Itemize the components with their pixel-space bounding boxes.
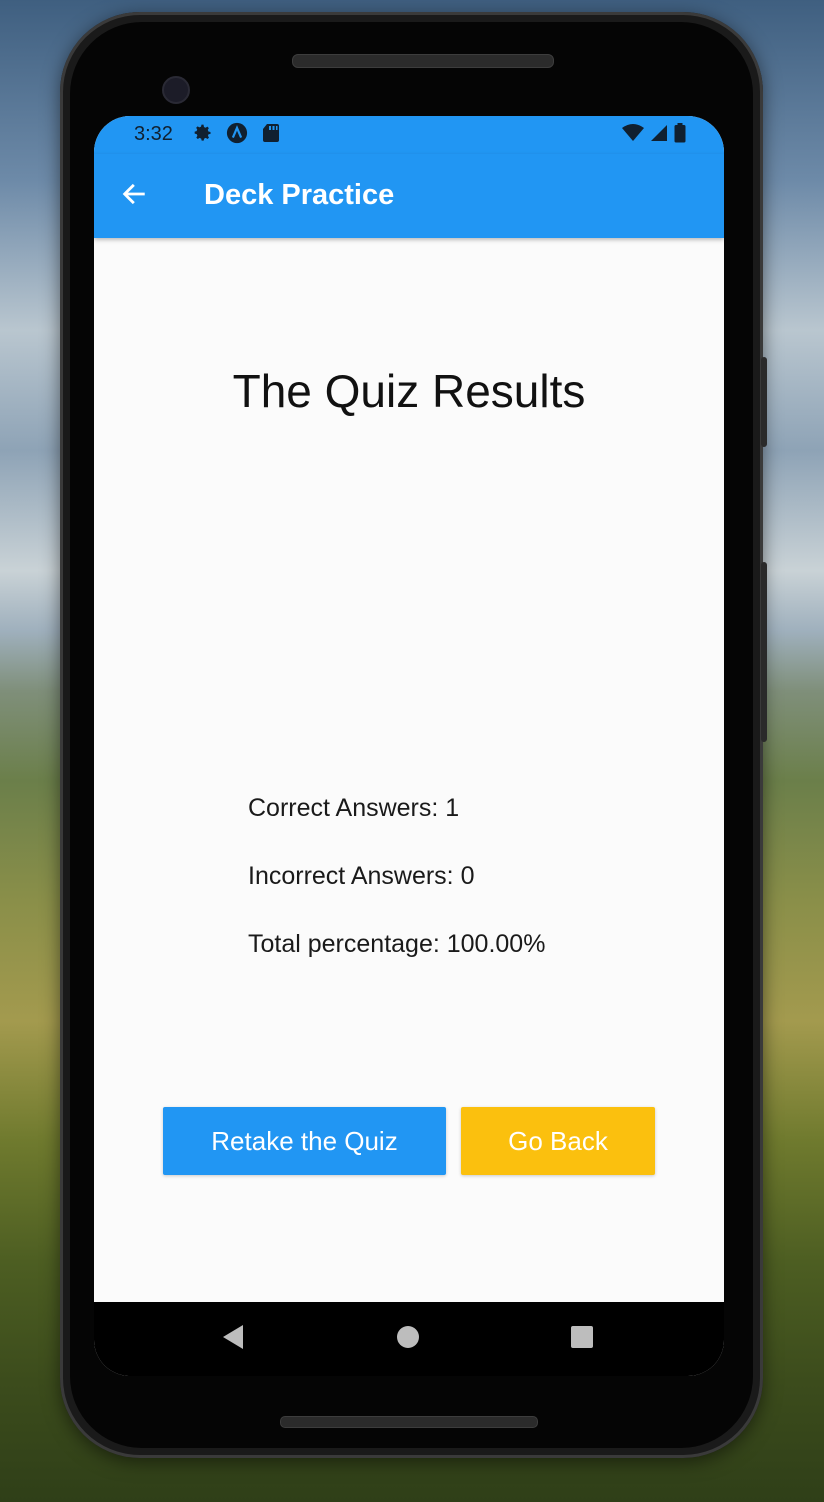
results-heading: The Quiz Results: [232, 365, 586, 417]
status-notification-icons: [192, 122, 282, 144]
app-bar-title: Deck Practice: [204, 179, 395, 211]
signal-icon: [650, 124, 668, 147]
nav-back-button[interactable]: [218, 1324, 248, 1354]
bottom-speaker: [280, 1416, 538, 1428]
app-bar: Deck Practice: [94, 154, 724, 238]
status-system-icons: [622, 123, 686, 148]
results-content: The Quiz Results Correct Answers: 1 Inco…: [94, 238, 724, 1300]
retake-quiz-button[interactable]: Retake the Quiz: [163, 1107, 446, 1175]
power-button: [761, 357, 767, 447]
status-time: 3:32: [134, 123, 173, 145]
status-bar: 3:32: [94, 116, 724, 154]
nav-recents-button[interactable]: [567, 1324, 597, 1354]
front-camera: [162, 76, 190, 104]
device-screen: 3:32 Deck Practice The Quiz Results Corr…: [94, 116, 724, 1376]
gear-icon: [192, 122, 214, 144]
arrow-left-icon: [120, 180, 148, 213]
correct-answers-text: Correct Answers: 1: [248, 794, 460, 822]
app-a-icon: [226, 122, 248, 144]
go-back-button[interactable]: Go Back: [461, 1107, 655, 1175]
top-speaker: [292, 54, 554, 68]
home-circle-icon: [396, 1325, 420, 1354]
sd-card-icon: [260, 122, 282, 144]
total-percentage-text: Total percentage: 100.00%: [248, 930, 546, 958]
recents-square-icon: [570, 1325, 594, 1354]
incorrect-answers-text: Incorrect Answers: 0: [248, 862, 475, 890]
back-triangle-icon: [221, 1324, 245, 1355]
wifi-icon: [622, 124, 644, 147]
back-button[interactable]: [116, 178, 152, 214]
volume-button: [761, 562, 767, 742]
nav-home-button[interactable]: [393, 1324, 423, 1354]
battery-icon: [674, 123, 686, 148]
navigation-bar: [94, 1302, 724, 1376]
